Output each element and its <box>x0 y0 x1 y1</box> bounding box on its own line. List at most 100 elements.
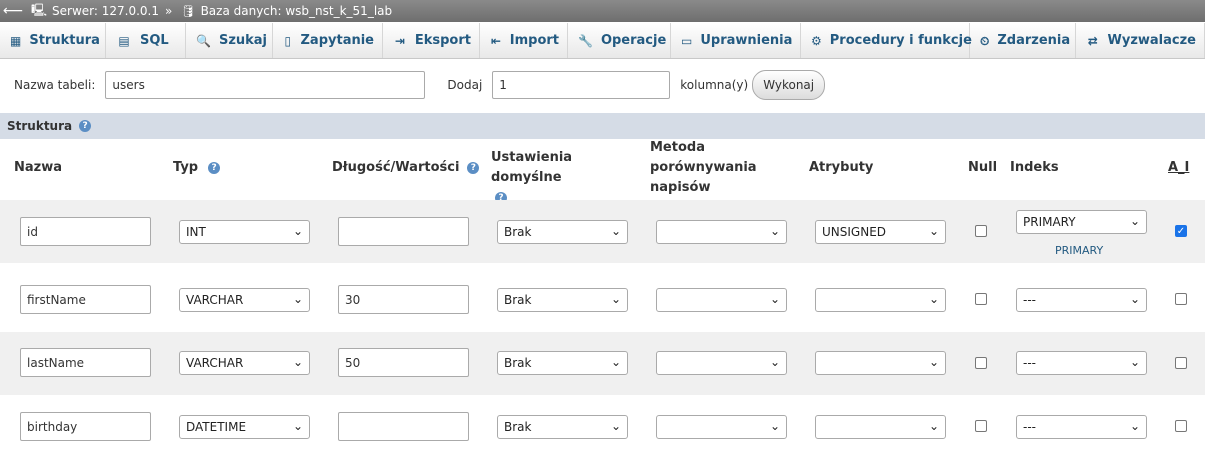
tab-events[interactable]: ⏲ Zdarzenia <box>970 23 1076 58</box>
type-select[interactable]: INT ⌄ <box>179 220 310 244</box>
breadcrumb-separator: » <box>164 4 173 18</box>
tab-triggers[interactable]: ⇄ Wyzwalacze <box>1076 23 1205 58</box>
header-name: Nazwa <box>14 160 63 175</box>
header-auto-increment: A_I <box>1168 160 1190 175</box>
tab-routines[interactable]: ⚙ Procedury i funkcje <box>801 23 972 58</box>
chevron-down-icon: ⌄ <box>1129 355 1140 369</box>
index-select[interactable]: --- ⌄ <box>1016 351 1147 375</box>
triggers-icon: ⇄ <box>1087 33 1098 48</box>
chevron-down-icon: ⌄ <box>769 355 780 369</box>
index-select[interactable]: PRIMARY ⌄ <box>1016 210 1147 234</box>
index-select[interactable]: --- ⌄ <box>1016 288 1147 312</box>
column-name-input[interactable]: birthday <box>20 412 151 441</box>
auto-increment-checkbox[interactable]: ✓ <box>1175 225 1187 237</box>
table-name-row: Nazwa tabeli: users Dodaj 1 kolumna(y) W… <box>0 58 1205 112</box>
chevron-down-icon: ⌄ <box>1129 214 1140 228</box>
help-icon[interactable]: ? <box>79 120 92 132</box>
length-input[interactable] <box>338 412 469 441</box>
index-primary-link[interactable]: PRIMARY <box>1055 244 1103 257</box>
chevron-down-icon: ⌄ <box>1129 292 1140 306</box>
chevron-down-icon: ⌄ <box>610 292 621 306</box>
help-icon[interactable]: ? <box>208 162 221 174</box>
chevron-down-icon: ⌄ <box>1129 419 1140 433</box>
export-icon: ⇥ <box>394 33 405 48</box>
clock-icon: ⏲ <box>980 33 990 48</box>
header-default: Ustawienia domyślne? <box>491 150 573 204</box>
table-row: firstName VARCHAR ⌄ 30 Brak ⌄ ⌄ ⌄ --- ⌄ <box>0 268 1205 331</box>
tab-bar: ▦ Struktura ▤ SQL 🔍 Szukaj ▯ Zapytanie ⇥ Eksp… <box>0 23 1205 59</box>
breadcrumb-database[interactable]: Baza danych: wsb_nst_k_51_lab <box>201 4 393 18</box>
structure-icon: ▦ <box>10 33 22 48</box>
length-input[interactable]: 50 <box>338 348 469 377</box>
chevron-down-icon: ⌄ <box>769 292 780 306</box>
tab-search[interactable]: 🔍 Szukaj <box>186 23 273 58</box>
tab-privileges[interactable]: ▭ Uprawnienia <box>671 23 801 58</box>
wrench-icon: 🔧 <box>578 33 593 48</box>
columns-label: kolumna(y) <box>680 78 749 92</box>
type-select[interactable]: VARCHAR ⌄ <box>179 288 310 312</box>
attributes-select[interactable]: ⌄ <box>815 415 946 439</box>
search-icon: 🔍 <box>196 33 211 48</box>
column-name-input[interactable]: id <box>20 217 151 246</box>
chevron-down-icon: ⌄ <box>610 419 621 433</box>
table-row: id INT ⌄ Brak ⌄ ⌄ UNSIGNED ⌄ PRIMARY ⌄ PRIMA… <box>0 200 1205 263</box>
null-checkbox[interactable] <box>975 225 987 237</box>
collation-select[interactable]: ⌄ <box>656 220 787 244</box>
tab-import[interactable]: ⇤ Import <box>480 23 568 58</box>
routines-icon: ⚙ <box>811 33 822 48</box>
collation-select[interactable]: ⌄ <box>656 288 787 312</box>
type-select[interactable]: VARCHAR ⌄ <box>179 351 310 375</box>
attributes-select[interactable]: ⌄ <box>815 351 946 375</box>
header-length: Długość/Wartości? <box>332 140 480 196</box>
chevron-down-icon: ⌄ <box>292 292 303 306</box>
header-null: Null <box>968 160 998 175</box>
go-button[interactable]: Wykonaj <box>752 70 826 100</box>
null-checkbox[interactable] <box>975 293 987 305</box>
attributes-select[interactable]: ⌄ <box>815 288 946 312</box>
index-select[interactable]: --- ⌄ <box>1016 415 1147 439</box>
chevron-down-icon: ⌄ <box>292 419 303 433</box>
header-index: Indeks <box>1010 160 1059 175</box>
column-name-input[interactable]: lastName <box>20 348 151 377</box>
auto-increment-checkbox[interactable] <box>1175 293 1187 305</box>
default-select[interactable]: Brak ⌄ <box>497 220 628 244</box>
query-icon: ▯ <box>284 33 292 48</box>
table-name-input[interactable]: users <box>105 71 426 99</box>
chevron-down-icon: ⌄ <box>769 224 780 238</box>
back-arrow-icon[interactable]: ⟵ <box>3 3 23 19</box>
chevron-down-icon: ⌄ <box>610 224 621 238</box>
help-icon[interactable]: ? <box>467 162 480 174</box>
collation-select[interactable]: ⌄ <box>656 415 787 439</box>
auto-increment-checkbox[interactable] <box>1175 357 1187 369</box>
chevron-down-icon: ⌄ <box>610 355 621 369</box>
auto-increment-checkbox[interactable] <box>1175 420 1187 432</box>
tab-query[interactable]: ▯ Zapytanie <box>273 23 383 58</box>
structure-legend: Struktura ? <box>0 113 1205 139</box>
length-input[interactable] <box>338 217 469 246</box>
default-select[interactable]: Brak ⌄ <box>497 351 628 375</box>
type-select[interactable]: DATETIME ⌄ <box>179 415 310 439</box>
breadcrumb-server[interactable]: Serwer: 127.0.0.1 <box>52 4 159 18</box>
server-icon: 🖳 <box>31 2 48 17</box>
column-name-input[interactable]: firstName <box>20 285 151 314</box>
null-checkbox[interactable] <box>975 357 987 369</box>
default-select[interactable]: Brak ⌄ <box>497 415 628 439</box>
tab-export[interactable]: ⇥ Eksport <box>383 23 480 58</box>
structure-title: Struktura <box>7 119 73 133</box>
chevron-down-icon: ⌄ <box>928 355 939 369</box>
table-name-label: Nazwa tabeli: <box>14 78 96 92</box>
chevron-down-icon: ⌄ <box>292 355 303 369</box>
collation-select[interactable]: ⌄ <box>656 351 787 375</box>
null-checkbox[interactable] <box>975 420 987 432</box>
header-attributes: Atrybuty <box>809 160 874 175</box>
tab-structure[interactable]: ▦ Struktura <box>0 23 106 58</box>
table-row: lastName VARCHAR ⌄ 50 Brak ⌄ ⌄ ⌄ --- ⌄ <box>0 332 1205 395</box>
tab-sql[interactable]: ▤ SQL <box>106 23 186 58</box>
chevron-down-icon: ⌄ <box>928 292 939 306</box>
default-select[interactable]: Brak ⌄ <box>497 288 628 312</box>
attributes-select[interactable]: UNSIGNED ⌄ <box>815 220 946 244</box>
header-type: Typ? <box>173 140 221 196</box>
length-input[interactable]: 30 <box>338 285 469 314</box>
tab-operations[interactable]: 🔧 Operacje <box>568 23 671 58</box>
add-columns-input[interactable]: 1 <box>492 71 671 99</box>
